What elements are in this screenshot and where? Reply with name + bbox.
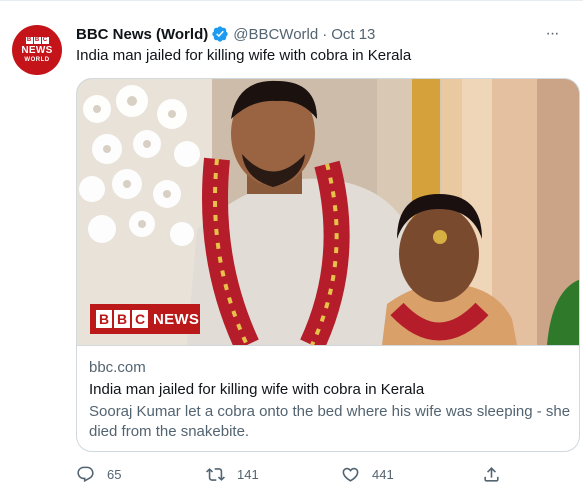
verified-badge-icon <box>212 26 228 42</box>
card-body[interactable]: bbc.com India man jailed for killing wif… <box>77 345 579 451</box>
like-button[interactable]: 441 <box>341 465 394 484</box>
retweet-button[interactable]: 141 <box>206 465 259 484</box>
avatar-news-text: NEWS <box>21 44 53 56</box>
reply-count: 65 <box>107 466 122 482</box>
reply-button[interactable]: 65 <box>76 465 121 484</box>
card-image[interactable]: B B C NEWS <box>77 79 579 345</box>
author-handle[interactable]: @BBCWorld <box>233 26 318 43</box>
avatar-world-text: WORLD <box>24 56 50 63</box>
bbc-logo-letter: C <box>132 310 148 328</box>
retweet-count: 141 <box>237 466 259 482</box>
bbc-logo-letter: B <box>114 310 130 328</box>
reply-icon <box>77 466 94 482</box>
avatar-bbc-blocks: B B C <box>25 36 49 44</box>
heart-icon <box>342 467 359 482</box>
bbc-news-logo: B B C NEWS <box>90 304 200 334</box>
tweet-header: BBC News (World) @BBCWorld · Oct 13 ··· <box>76 23 563 45</box>
avatar-letter: B <box>33 36 41 44</box>
share-button[interactable] <box>482 465 513 484</box>
share-icon <box>484 466 499 482</box>
card-description: Sooraj Kumar let a cobra onto the bed wh… <box>89 403 571 440</box>
retweet-icon <box>206 467 225 481</box>
avatar[interactable]: B B C NEWS WORLD <box>12 25 62 75</box>
bbc-logo-news: NEWS <box>153 310 200 328</box>
more-options-button[interactable]: ··· <box>541 23 563 45</box>
avatar-letter: B <box>25 36 33 44</box>
card-title: India man jailed for killing wife with c… <box>89 381 425 398</box>
timestamp[interactable]: Oct 13 <box>331 26 375 43</box>
card-domain: bbc.com <box>89 359 146 376</box>
bbc-logo-letter: B <box>96 310 112 328</box>
link-card[interactable]: B B C NEWS bbc.com India man jailed for … <box>76 78 580 452</box>
author-name[interactable]: BBC News (World) <box>76 26 208 43</box>
tweet-actions: 65 141 441 <box>76 459 506 489</box>
tweet-text: India man jailed for killing wife with c… <box>76 47 412 64</box>
separator-dot: · <box>322 25 328 43</box>
avatar-letter: C <box>41 36 49 44</box>
tweet[interactable]: B B C NEWS WORLD BBC News (World) @BBCWo… <box>0 0 583 496</box>
like-count: 441 <box>372 466 394 482</box>
